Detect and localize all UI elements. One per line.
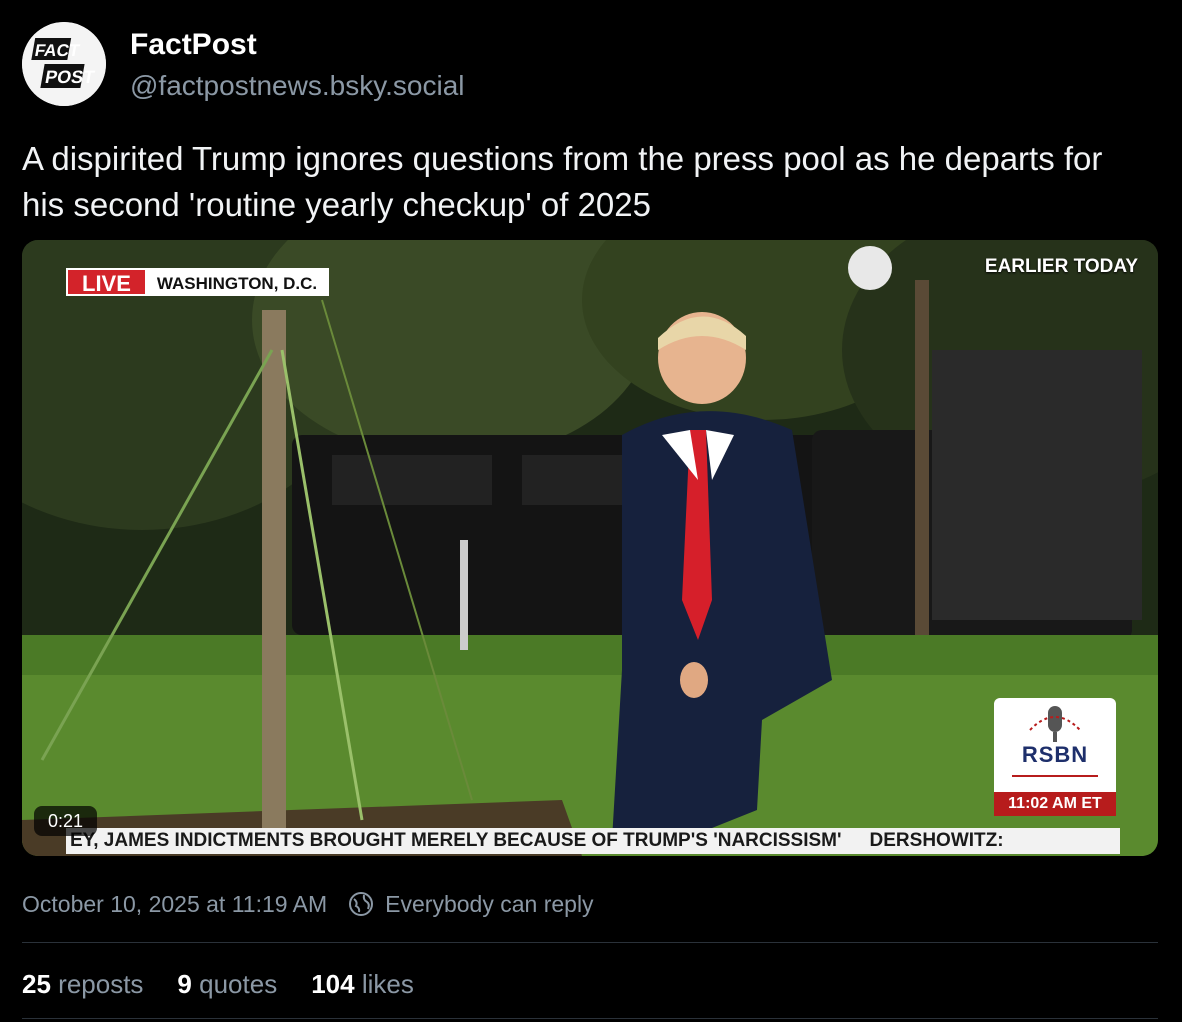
reposts-count: 25 [22, 968, 51, 999]
author-avatar[interactable]: FACT POST [22, 22, 106, 106]
svg-text:POST: POST [44, 67, 96, 87]
post-stats: 25 reposts 9 quotes 104 likes [22, 966, 448, 1002]
svg-text:FACT: FACT [33, 40, 81, 60]
ticker-text-2: DERSHOWITZ: [869, 830, 1004, 851]
factpost-logo: FACT POST [22, 22, 106, 106]
author-display-name[interactable]: FactPost [130, 28, 257, 62]
likes-count: 104 [311, 968, 355, 999]
reposts-label: reposts [58, 968, 144, 999]
video-duration: 0:21 [34, 806, 98, 836]
post-timestamp[interactable]: October 10, 2025 at 11:19 AM [22, 891, 327, 918]
live-badge: LIVE WASHINGTON, D.C. [66, 268, 330, 296]
quotes-label: quotes [199, 968, 278, 999]
ticker-text: EY, JAMES INDICTMENTS BROUGHT MERELY BEC… [70, 830, 842, 851]
author-handle[interactable]: @factpostnews.bsky.social [130, 70, 464, 102]
earlier-today-label: EARLIER TODAY [984, 256, 1138, 277]
video-player[interactable]: LIVE WASHINGTON, D.C. EARLIER TODAY RSBN… [22, 240, 1158, 856]
likes-stat[interactable]: 104 likes [311, 969, 414, 1000]
rsbn-time: 11:02 AM ET [994, 792, 1116, 816]
bottom-divider [22, 1018, 1158, 1019]
post-text: A dispirited Trump ignores questions fro… [22, 140, 1103, 223]
video-frame [22, 240, 1158, 856]
reply-settings[interactable]: Everybody can reply [347, 890, 594, 918]
reposts-stat[interactable]: 25 reposts [22, 969, 143, 1000]
live-label: LIVE [66, 268, 145, 296]
location-label: WASHINGTON, D.C. [144, 268, 330, 296]
likes-label: likes [361, 968, 414, 999]
globe-icon [349, 892, 374, 916]
divider [22, 942, 1158, 943]
post-meta: October 10, 2025 at 11:19 AM Everybody c… [22, 888, 594, 920]
quotes-count: 9 [177, 968, 192, 999]
news-ticker: EY, JAMES INDICTMENTS BROUGHT MERELY BEC… [66, 828, 1120, 854]
quotes-stat[interactable]: 9 quotes [177, 969, 277, 1000]
rsbn-network-name: RSBN [1021, 742, 1089, 767]
reply-setting-label: Everybody can reply [385, 890, 594, 917]
